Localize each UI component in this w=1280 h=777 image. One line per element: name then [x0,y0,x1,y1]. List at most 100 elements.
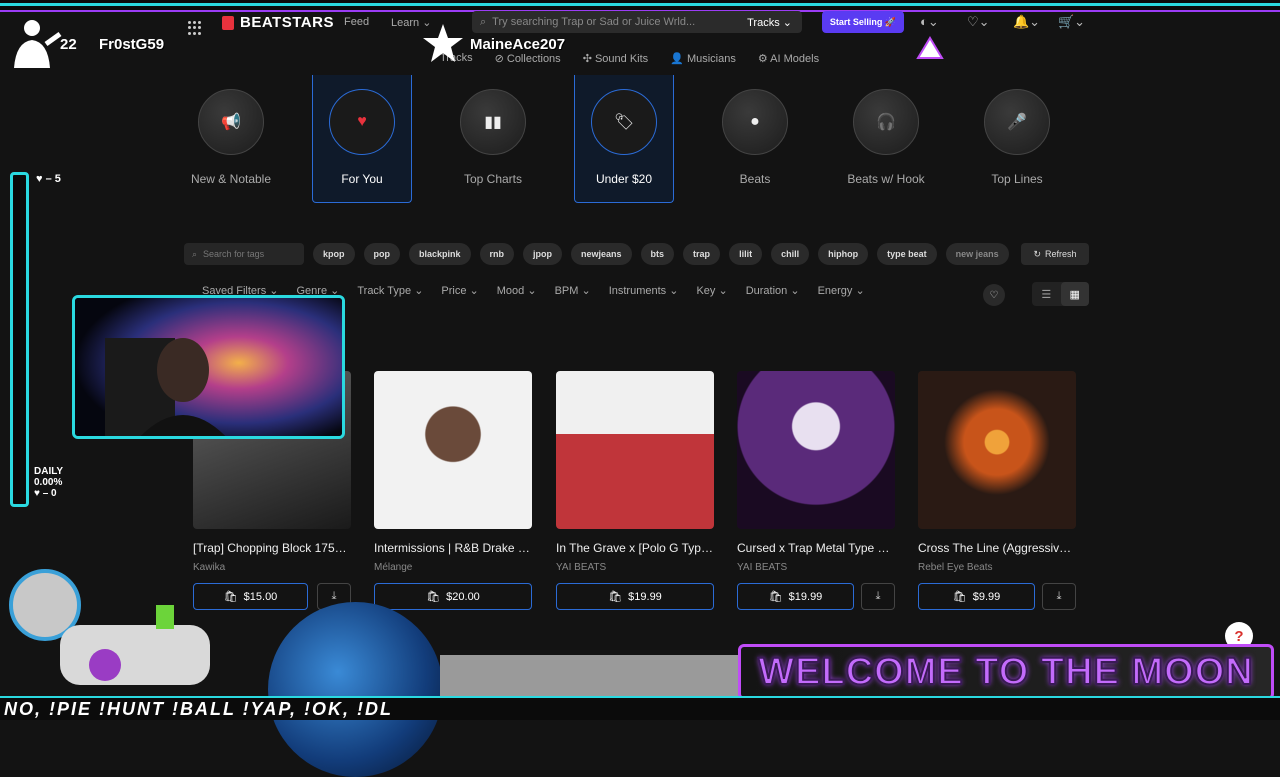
user-silhouette-icon [14,20,62,68]
progress-meter [10,172,29,507]
cart-icon: 🛍 [952,591,967,603]
category-beats[interactable]: ● Beats [705,75,805,203]
category-beats-w-hook[interactable]: 🎧 Beats w/ Hook [836,75,936,203]
category-new-notable[interactable]: 📢 New & Notable [181,75,281,203]
tag-chip[interactable]: lilit [729,243,763,265]
track-artwork[interactable] [918,371,1076,529]
tag-chip[interactable]: jpop [523,243,563,265]
sub-navigation: Tracks ⊘ Collections ✣ Sound Kits 👤 Musi… [440,52,819,65]
track-artwork[interactable] [374,371,532,529]
star-icon [423,24,463,62]
track-artwork[interactable] [556,371,714,529]
tag-icon: 🏷 [591,89,657,155]
track-title[interactable]: In The Grave x [Polo G Type ... [556,541,714,555]
filter-track-type[interactable]: Track Type ⌄ [357,284,423,297]
track-title[interactable]: Cross The Line (Aggressive ... [918,541,1076,555]
subnav-musicians[interactable]: 👤 Musicians [670,52,736,65]
headphones-icon: 🎧 [853,89,919,155]
moon-surface-graphic [440,655,740,700]
search-icon: ⌕ [480,15,487,28]
track-card[interactable]: Intermissions | R&B Drake x ... Mélange … [374,371,532,610]
heart-icon[interactable]: ♡⌄ [967,14,990,30]
nav-feed[interactable]: Feed [344,16,369,28]
price-button[interactable]: 🛍 $19.99 [556,583,714,610]
heart-icon: ♥ [329,89,395,155]
filter-key[interactable]: Key ⌄ [696,284,727,297]
beatstars-logo[interactable]: BEATSTARS [222,14,334,31]
astronaut-graphic [9,569,210,685]
filter-instruments[interactable]: Instruments ⌄ [609,284,679,297]
apps-grid-icon[interactable] [188,21,202,35]
subnav-collections[interactable]: ⊘ Collections [495,52,561,65]
track-artist[interactable]: Rebel Eye Beats [918,562,1076,573]
meter-daily: DAILY 0.00% ♥ – 0 [34,466,64,499]
track-artist[interactable]: Mélange [374,562,532,573]
track-artwork[interactable] [737,371,895,529]
price-button[interactable]: 🛍 $19.99 [737,583,854,610]
grid-view-icon[interactable]: ▦ [1060,282,1089,306]
command-ticker: NO, !PIE !HUNT !BALL !YAP, !OK, !DL [0,696,1280,720]
welcome-banner: WELCOME TO THE MOON [738,644,1274,700]
list-view-icon[interactable]: ☰ [1032,282,1061,306]
tag-chip[interactable]: new jeans [945,243,1009,265]
start-selling-button[interactable]: Start Selling 🚀 [822,11,904,33]
filter-energy[interactable]: Energy ⌄ [818,284,865,297]
favorite-filter-button[interactable]: ♡ [983,284,1005,306]
price-button[interactable]: 🛍 $9.99 [918,583,1035,610]
tag-search-input[interactable]: ⌕ Search for tags [184,243,304,265]
tag-chip[interactable]: chill [771,243,810,265]
microphone-icon: 🎤 [984,89,1050,155]
tag-bar: ⌕ Search for tags kpop pop blackpink rnb … [184,243,1009,265]
tag-chip[interactable]: trap [683,243,721,265]
filter-duration[interactable]: Duration ⌄ [746,284,800,297]
tag-chip[interactable]: rnb [479,243,515,265]
tag-chip[interactable]: hiphop [818,243,869,265]
subnav-sound-kits[interactable]: ✣ Sound Kits [583,52,648,65]
logo-mark-icon [222,15,234,30]
category-under-20[interactable]: 🏷 Under $20 [574,75,674,203]
earth-graphic [268,602,443,777]
category-top-charts[interactable]: ▮▮ Top Charts [443,75,543,203]
overlay-username-1: Fr0stG59 [99,36,165,53]
triangle-icon [916,36,944,59]
download-icon[interactable]: ⤓ [861,583,895,610]
tag-chip[interactable]: bts [640,243,675,265]
filter-mood[interactable]: Mood ⌄ [497,284,537,297]
track-card[interactable]: Cursed x Trap Metal Type B... YAI BEATS … [737,371,895,610]
category-for-you[interactable]: ♥ For You [312,75,412,203]
search-bar[interactable]: ⌕ Try searching Trap or Sad or Juice Wrl… [472,11,802,33]
megaphone-icon: 📢 [198,89,264,155]
category-top-lines[interactable]: 🎤 Top Lines [967,75,1067,203]
search-scope-select[interactable]: Tracks ⌄ [747,16,792,29]
track-artist[interactable]: YAI BEATS [737,562,895,573]
tag-chip[interactable]: newjeans [571,243,632,265]
refresh-button[interactable]: ↻ Refresh [1021,243,1089,265]
bell-icon[interactable]: 🔔⌄ [1013,14,1040,30]
search-input[interactable]: Try searching Trap or Sad or Juice Wrld.… [492,16,695,28]
cart-icon: 🛍 [768,591,783,603]
cart-icon: 🛍 [608,591,623,603]
chart-icon: ▮▮ [460,89,526,155]
track-title[interactable]: Cursed x Trap Metal Type B... [737,541,895,555]
avatar[interactable]: ◐⌄ [920,14,939,30]
price-button[interactable]: 🛍 $20.00 [374,583,532,610]
disc-icon: ● [722,89,788,155]
track-title[interactable]: [Trap] Chopping Block 175b... [193,541,351,555]
filter-bpm[interactable]: BPM ⌄ [555,284,591,297]
download-icon[interactable]: ⤓ [1042,583,1076,610]
track-artist[interactable]: YAI BEATS [556,562,714,573]
filter-price[interactable]: Price ⌄ [441,284,478,297]
tag-chip[interactable]: blackpink [409,243,471,265]
overlay-count: 22 [60,36,77,53]
meter-top-count: ♥ – 5 [36,173,61,185]
track-card[interactable]: Cross The Line (Aggressive ... Rebel Eye… [918,371,1076,610]
cart-icon[interactable]: 🛒⌄ [1058,14,1085,30]
tag-chip[interactable]: kpop [313,243,355,265]
track-card[interactable]: In The Grave x [Polo G Type ... YAI BEAT… [556,371,714,610]
subnav-ai-models[interactable]: ⚙ AI Models [758,52,819,65]
webcam-frame [72,295,345,439]
track-title[interactable]: Intermissions | R&B Drake x ... [374,541,532,555]
tag-chip[interactable]: pop [363,243,400,265]
top-navigation: BEATSTARS Feed Learn ⌄ ⌕ Try searching T… [0,8,1280,36]
tag-chip[interactable]: type beat [877,243,937,265]
